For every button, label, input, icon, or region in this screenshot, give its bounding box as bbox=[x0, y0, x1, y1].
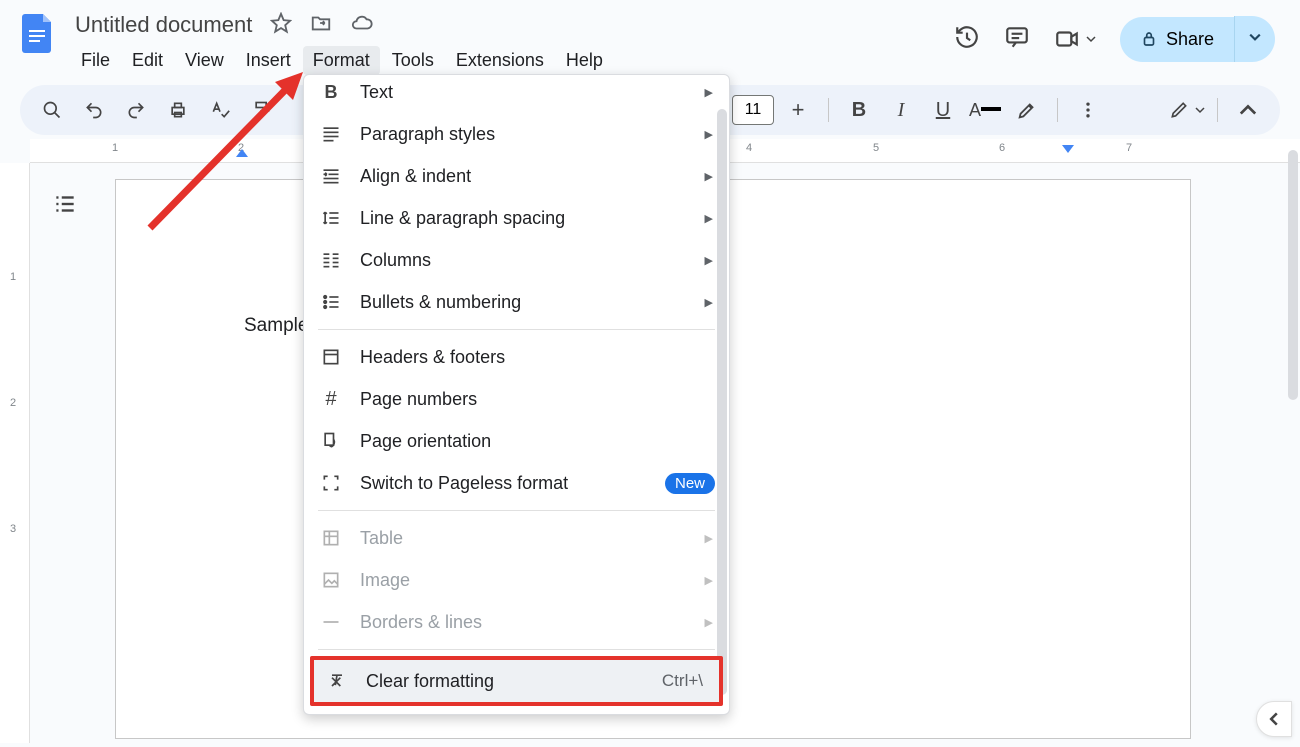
share-dropdown[interactable] bbox=[1234, 16, 1275, 62]
comments-icon[interactable] bbox=[1004, 24, 1030, 55]
pagenum-icon: # bbox=[320, 388, 342, 410]
search-icon[interactable] bbox=[34, 92, 70, 128]
more-icon[interactable] bbox=[1070, 92, 1106, 128]
font-size-input[interactable]: 11 bbox=[732, 95, 774, 125]
meet-icon[interactable] bbox=[1054, 26, 1096, 52]
menu-item-line-spacing[interactable]: Line & paragraph spacing▶ bbox=[304, 197, 729, 239]
redo-icon[interactable] bbox=[118, 92, 154, 128]
vertical-ruler[interactable]: 1 2 3 bbox=[0, 163, 30, 743]
undo-icon[interactable] bbox=[76, 92, 112, 128]
menu-item-paragraph-styles[interactable]: Paragraph styles▶ bbox=[304, 113, 729, 155]
bullets-icon bbox=[320, 291, 342, 313]
menu-item-borders-lines: Borders & lines▶ bbox=[304, 601, 729, 643]
move-icon[interactable] bbox=[310, 12, 332, 39]
menu-item-text[interactable]: B Text▶ bbox=[304, 71, 729, 113]
spellcheck-icon[interactable] bbox=[202, 92, 238, 128]
orientation-icon bbox=[320, 430, 342, 452]
text-icon: B bbox=[320, 81, 342, 103]
text-color-icon[interactable]: A bbox=[967, 92, 1003, 128]
page-scrollbar[interactable] bbox=[1288, 150, 1298, 400]
highlight-icon[interactable] bbox=[1009, 92, 1045, 128]
explore-tab[interactable] bbox=[1256, 701, 1292, 737]
menu-file[interactable]: File bbox=[71, 46, 120, 75]
table-icon bbox=[320, 527, 342, 549]
menu-item-clear-formatting[interactable]: Clear formatting Ctrl+\ bbox=[310, 656, 723, 706]
menu-item-pageless[interactable]: Switch to Pageless format New bbox=[304, 462, 729, 504]
menu-view[interactable]: View bbox=[175, 46, 234, 75]
collapse-icon[interactable] bbox=[1230, 92, 1266, 128]
borders-icon bbox=[320, 611, 342, 633]
menu-item-image: Image▶ bbox=[304, 559, 729, 601]
image-icon bbox=[320, 569, 342, 591]
editing-mode-icon[interactable] bbox=[1169, 92, 1205, 128]
paint-format-icon[interactable] bbox=[244, 92, 280, 128]
shortcut-label: Ctrl+\ bbox=[662, 671, 703, 691]
indent-marker[interactable] bbox=[236, 149, 248, 157]
outline-icon[interactable] bbox=[52, 191, 78, 222]
menu-edit[interactable]: Edit bbox=[122, 46, 173, 75]
menu-item-table: Table▶ bbox=[304, 517, 729, 559]
format-menu-dropdown: B Text▶ Paragraph styles▶ Align & indent… bbox=[303, 74, 730, 715]
menu-item-align-indent[interactable]: Align & indent▶ bbox=[304, 155, 729, 197]
menu-item-bullets-numbering[interactable]: Bullets & numbering▶ bbox=[304, 281, 729, 323]
cloud-icon[interactable] bbox=[350, 12, 374, 39]
history-icon[interactable] bbox=[954, 24, 980, 55]
document-title[interactable]: Untitled document bbox=[71, 10, 256, 40]
menu-item-columns[interactable]: Columns▶ bbox=[304, 239, 729, 281]
align-icon bbox=[320, 165, 342, 187]
new-badge: New bbox=[665, 473, 715, 494]
italic-icon[interactable]: I bbox=[883, 92, 919, 128]
clear-format-icon bbox=[326, 670, 348, 692]
print-icon[interactable] bbox=[160, 92, 196, 128]
right-margin-marker[interactable] bbox=[1062, 145, 1074, 153]
docs-logo[interactable] bbox=[15, 10, 59, 54]
underline-icon[interactable]: U bbox=[925, 92, 961, 128]
headers-icon bbox=[320, 346, 342, 368]
star-icon[interactable] bbox=[270, 12, 292, 39]
font-size-increase[interactable]: + bbox=[780, 92, 816, 128]
page-content: Sample bbox=[244, 315, 308, 336]
paragraph-icon bbox=[320, 123, 342, 145]
line-spacing-icon bbox=[320, 207, 342, 229]
columns-icon bbox=[320, 249, 342, 271]
share-button[interactable]: Share bbox=[1120, 16, 1275, 62]
menu-item-page-numbers[interactable]: # Page numbers bbox=[304, 378, 729, 420]
bold-icon[interactable]: B bbox=[841, 92, 877, 128]
menu-item-page-orientation[interactable]: Page orientation bbox=[304, 420, 729, 462]
pageless-icon bbox=[320, 472, 342, 494]
menu-item-headers-footers[interactable]: Headers & footers bbox=[304, 336, 729, 378]
menu-insert[interactable]: Insert bbox=[236, 46, 301, 75]
